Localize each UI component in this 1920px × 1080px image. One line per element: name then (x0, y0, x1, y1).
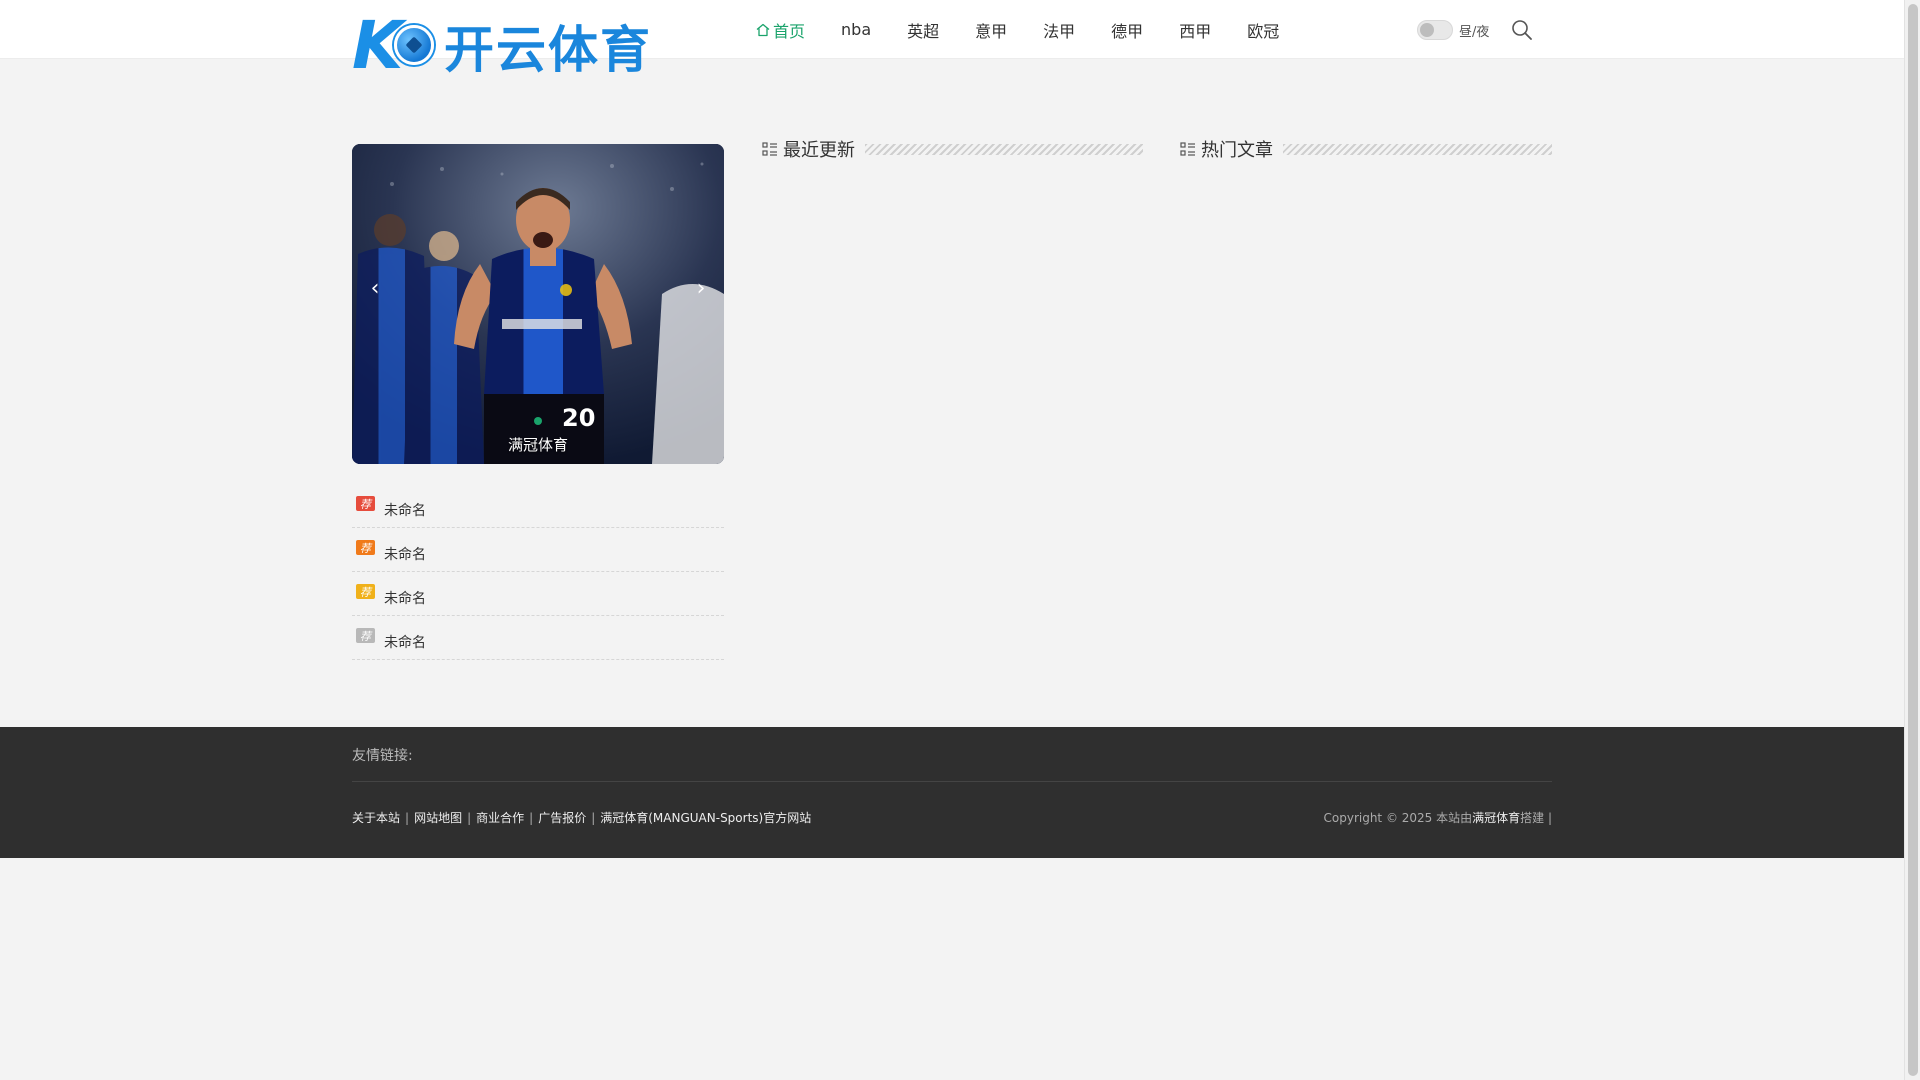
slider-next-button[interactable]: › (684, 268, 718, 308)
section-divider (865, 143, 1143, 155)
main-nav: 首页 nba 英超 意甲 法甲 德甲 西甲 欧冠 (755, 0, 1315, 59)
list-item-title[interactable]: 未命名 (384, 500, 426, 520)
toggle-knob (1420, 23, 1434, 37)
footer-separator: | (591, 810, 596, 825)
nav-item-home[interactable]: 首页 (755, 18, 805, 42)
copyright-brand-link[interactable]: 满冠体育 (1472, 811, 1520, 825)
nav-item-ligue-1[interactable]: 法甲 (1043, 18, 1075, 42)
page-scrollbar[interactable] (1904, 0, 1920, 1080)
nav-item-la-liga[interactable]: 西甲 (1179, 18, 1211, 42)
logo-text: 开云体育 (444, 21, 652, 79)
jersey-number: 20 (562, 404, 595, 432)
hot-articles-heading: 热门文章 (1179, 136, 1552, 162)
scrollbar-thumb[interactable] (1908, 4, 1918, 1076)
footer-divider (352, 781, 1552, 782)
list-icon (762, 142, 777, 156)
toggle-label: 昼/夜 (1459, 24, 1490, 40)
footer-link-official-site[interactable]: 满冠体育(MANGUAN-Sports)官方网站 (600, 809, 811, 826)
footer-link-business[interactable]: 商业合作 (476, 809, 524, 826)
footer-links: 关于本站 | 网站地图 | 商业合作 | 广告报价 | 满冠体育(MANGUAN… (352, 809, 811, 826)
recommend-badge: 荐 (356, 628, 375, 643)
footer-separator: | (405, 810, 410, 825)
footer-separator: | (529, 810, 534, 825)
section-divider (1283, 143, 1552, 155)
chevron-right-icon: › (696, 275, 706, 301)
nav-label-la-liga: 西甲 (1179, 21, 1212, 41)
nav-item-nba[interactable]: nba (841, 20, 871, 39)
list-item[interactable]: 荐 未命名 (352, 616, 724, 660)
nav-label-champions-league: 欧冠 (1247, 21, 1280, 41)
home-icon (756, 23, 770, 36)
site-logo[interactable]: K 开云体育 (352, 6, 672, 86)
list-item[interactable]: 荐 未命名 (352, 484, 724, 528)
site-header: 首页 nba 英超 意甲 法甲 德甲 西甲 欧冠 昼/夜 (0, 0, 1904, 59)
recommend-badge: 荐 (356, 496, 375, 511)
nav-label-bundesliga: 德甲 (1111, 21, 1144, 41)
nav-label-nba: nba (841, 20, 872, 39)
list-item[interactable]: 荐 未命名 (352, 528, 724, 572)
slider-image: 20 (352, 144, 724, 464)
slider-prev-button[interactable]: ‹ (358, 268, 392, 308)
copyright: Copyright © 2025 本站由满冠体育搭建 | (1324, 809, 1553, 826)
recommend-badge: 荐 (356, 540, 375, 555)
football-icon (394, 25, 434, 65)
footer-link-sitemap[interactable]: 网站地图 (414, 809, 462, 826)
footer-separator: | (467, 810, 472, 825)
footer-link-ad-pricing[interactable]: 广告报价 (538, 809, 586, 826)
chevron-left-icon: ‹ (370, 275, 380, 301)
nav-item-champions-league[interactable]: 欧冠 (1247, 18, 1279, 42)
page: 首页 nba 英超 意甲 法甲 德甲 西甲 欧冠 昼/夜 K 开云体育 20 ‹… (0, 0, 1904, 1080)
list-item-title[interactable]: 未命名 (384, 544, 426, 564)
slider-indicator-dot[interactable] (534, 417, 542, 425)
nav-label-premier-league: 英超 (907, 21, 940, 41)
footer-link-about[interactable]: 关于本站 (352, 809, 400, 826)
nav-label-serie-a: 意甲 (975, 21, 1008, 41)
section-title: 热门文章 (1201, 140, 1273, 161)
nav-label-home: 首页 (773, 21, 806, 41)
logo-mark: K (352, 7, 434, 84)
nav-item-serie-a[interactable]: 意甲 (975, 18, 1007, 42)
toggle-track (1417, 20, 1453, 40)
list-item-title[interactable]: 未命名 (384, 588, 426, 608)
list-item[interactable]: 荐 未命名 (352, 572, 724, 616)
site-footer: 友情链接: 关于本站 | 网站地图 | 商业合作 | 广告报价 | 满冠体育(M… (0, 727, 1904, 858)
day-night-toggle[interactable]: 昼/夜 (1417, 20, 1489, 40)
friend-links-label: 友情链接: (352, 748, 413, 764)
copyright-prefix: Copyright © 2025 本站由 (1323, 811, 1473, 825)
recommended-list: 荐 未命名 荐 未命名 荐 未命名 荐 未命名 (352, 484, 724, 660)
slider-caption[interactable]: 满冠体育 (352, 434, 724, 455)
recommend-badge: 荐 (356, 584, 375, 599)
search-icon[interactable] (1510, 18, 1534, 42)
nav-item-bundesliga[interactable]: 德甲 (1111, 18, 1143, 42)
featured-slider[interactable]: 20 ‹ › (352, 144, 724, 464)
logo-k-glyph: K (352, 7, 403, 84)
list-item-title[interactable]: 未命名 (384, 632, 426, 652)
section-title: 最近更新 (783, 140, 855, 161)
copyright-suffix: 搭建 | (1520, 811, 1552, 825)
recent-updates-heading: 最近更新 (761, 136, 1143, 162)
nav-label-ligue-1: 法甲 (1043, 21, 1076, 41)
list-icon (1180, 142, 1195, 156)
nav-item-premier-league[interactable]: 英超 (907, 18, 939, 42)
